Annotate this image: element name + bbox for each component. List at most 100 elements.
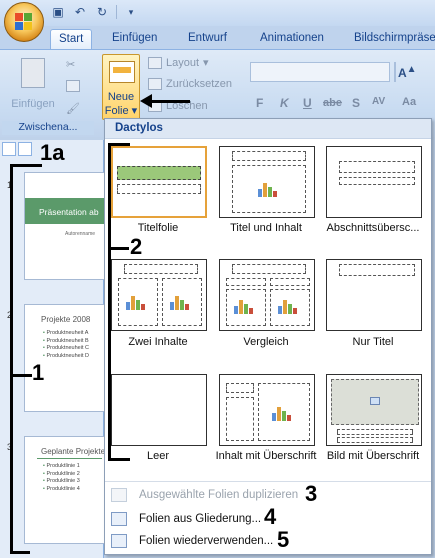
new-slide-gallery: Dactylos Titelfolie Titel und Inhalt Abs… xyxy=(104,118,432,555)
tab-einfuegen[interactable]: Einfügen xyxy=(104,29,165,50)
layout-nur-titel[interactable] xyxy=(326,259,422,331)
layout-caption: Inhalt mit Überschrift xyxy=(215,450,317,462)
layout-leer[interactable] xyxy=(111,374,207,446)
header-placeholder-right xyxy=(270,278,310,286)
slide-title: Projekte 2008 xyxy=(41,315,91,324)
annotation-1: 1 xyxy=(32,360,45,385)
redo-icon[interactable]: ↻ xyxy=(94,4,110,20)
font-family-select[interactable] xyxy=(250,62,390,82)
content-icons xyxy=(126,294,148,310)
layout-zwei-inhalte[interactable] xyxy=(111,259,207,331)
new-slide-button[interactable]: Neue Folie ▾ xyxy=(102,54,140,120)
tab-animationen[interactable]: Animationen xyxy=(252,29,332,50)
layout-titelfolie[interactable] xyxy=(111,146,207,218)
title-bar: ▣ ↶ ↻ ▾ xyxy=(0,0,435,42)
layout-vergleich[interactable] xyxy=(219,259,315,331)
cut-icon[interactable]: ✂ xyxy=(66,58,75,71)
reuse-slides-icon xyxy=(111,534,127,548)
divider xyxy=(37,458,102,459)
annotation-arrow-line xyxy=(150,100,190,103)
title-placeholder xyxy=(232,151,306,161)
font-size-select[interactable] xyxy=(394,62,396,82)
reset-button[interactable]: Zurücksetzen xyxy=(148,78,232,90)
layout-button[interactable]: Layout ▾ xyxy=(148,56,209,69)
slide-thumbnail-1[interactable]: Präsentation ab Autorenname xyxy=(24,172,106,280)
layout-caption: Titel und Inhalt xyxy=(230,222,302,234)
annotation-3: 3 xyxy=(305,481,318,506)
layout-inhalt-mit-ueberschrift[interactable] xyxy=(219,374,315,446)
text-placeholder xyxy=(339,177,415,185)
reuse-slides-item[interactable]: Folien wiederverwenden... xyxy=(105,530,431,552)
layout-bild-mit-ueberschrift[interactable] xyxy=(326,374,422,446)
new-slide-icon xyxy=(109,61,135,83)
outline-icon xyxy=(111,512,127,526)
title-placeholder xyxy=(124,264,198,274)
office-button[interactable] xyxy=(4,2,44,42)
tab-entwurf[interactable]: Entwurf xyxy=(180,29,235,50)
title-placeholder xyxy=(339,264,415,276)
picture-icon xyxy=(370,397,380,405)
content-icons xyxy=(170,294,192,310)
reset-icon xyxy=(148,78,162,90)
clipboard-icon xyxy=(21,58,45,88)
quick-access-toolbar: ▣ ↶ ↻ ▾ xyxy=(50,4,139,20)
paste-button[interactable]: Einfügen xyxy=(8,58,58,110)
undo-icon[interactable]: ↶ xyxy=(72,4,88,20)
annotation-bracket xyxy=(108,458,130,461)
qat-separator xyxy=(116,5,117,19)
text-placeholder xyxy=(226,397,254,441)
layout-titel-und-inhalt[interactable] xyxy=(219,146,315,218)
title-placeholder xyxy=(226,383,254,393)
strikethrough-button[interactable]: abe xyxy=(323,97,342,109)
outline-tab[interactable] xyxy=(18,142,32,156)
menu-label: Ausgewählte Folien duplizieren xyxy=(139,489,299,501)
annotation-bracket xyxy=(10,374,32,377)
change-case-button[interactable]: Aa xyxy=(402,96,416,108)
layout-caption: Bild mit Überschrift xyxy=(326,450,420,462)
menu-label: Folien aus Gliederung... xyxy=(139,513,262,525)
save-icon[interactable]: ▣ xyxy=(50,4,66,20)
slide-thumbnail-3[interactable]: Geplante Projekte Produktlinie 1 Produkt… xyxy=(24,436,106,544)
duplicate-slides-item[interactable]: Ausgewählte Folien duplizieren xyxy=(105,484,431,506)
slide-bullets: Produktlinie 1 Produktlinie 2 Produktlin… xyxy=(43,463,79,493)
slide-title: Präsentation ab xyxy=(39,207,99,217)
customize-qat-icon[interactable]: ▾ xyxy=(123,4,139,20)
tab-start[interactable]: Start xyxy=(50,29,93,50)
annotation-5: 5 xyxy=(277,527,290,552)
slides-tab[interactable] xyxy=(2,142,16,156)
italic-button[interactable]: K xyxy=(280,96,289,110)
duplicate-icon xyxy=(111,488,127,502)
underline-button[interactable]: U xyxy=(303,96,312,110)
annotation-bracket xyxy=(10,551,30,554)
title-placeholder xyxy=(339,161,415,173)
shadow-button[interactable]: S xyxy=(352,96,360,110)
grow-font-button[interactable]: A▲ xyxy=(398,64,417,80)
annotation-4: 4 xyxy=(264,504,277,529)
bold-button[interactable]: F xyxy=(256,96,263,110)
annotation-bracket xyxy=(108,143,130,146)
tab-bildschirmpraesentation[interactable]: Bildschirmpräse xyxy=(346,29,435,50)
slide-thumbnail-2[interactable]: Projekte 2008 Produktneuheit A Produktne… xyxy=(24,304,106,412)
annotation-bracket xyxy=(10,164,13,554)
format-painter-icon[interactable]: 🖌 xyxy=(66,102,80,115)
layout-abschnittsueberschrift[interactable] xyxy=(326,146,422,218)
layout-caption: Abschnittsübersc... xyxy=(326,222,420,234)
office-logo-icon xyxy=(15,13,33,31)
layout-icon xyxy=(148,56,162,69)
layout-caption: Titelfolie xyxy=(137,222,179,234)
slide-bullets: Produktneuheit A Produktneuheit B Produk… xyxy=(43,330,89,360)
header-placeholder-left xyxy=(226,278,266,286)
title-placeholder xyxy=(117,166,201,180)
content-icons xyxy=(278,298,300,314)
layout-caption: Zwei Inhalte xyxy=(128,336,188,348)
copy-icon[interactable] xyxy=(66,80,80,92)
slide-subtitle: Autorenname xyxy=(65,231,96,237)
title-placeholder xyxy=(337,429,413,435)
subtitle-placeholder xyxy=(117,184,201,194)
annotation-1a: 1a xyxy=(40,140,65,165)
ribbon-tabs: Start Einfügen Entwurf Animationen Bilds… xyxy=(0,26,435,50)
char-spacing-button[interactable]: AV xyxy=(372,96,385,107)
content-icons xyxy=(258,181,280,197)
slide-title: Geplante Projekte xyxy=(41,447,106,456)
content-icons xyxy=(234,298,256,314)
